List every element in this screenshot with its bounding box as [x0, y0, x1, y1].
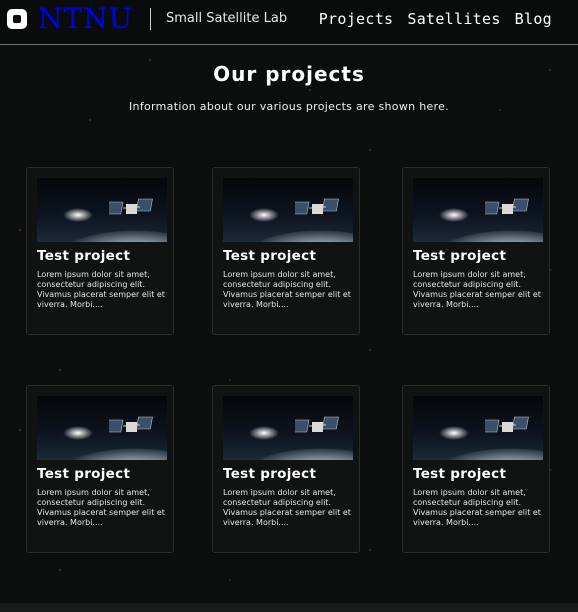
- project-description: Lorem ipsum dolor sit amet, consectetur …: [413, 270, 541, 309]
- project-title: Test project: [223, 248, 317, 264]
- page-subtitle: Information about our various projects a…: [129, 100, 449, 113]
- project-description: Lorem ipsum dolor sit amet, consectetur …: [37, 488, 165, 527]
- project-card[interactable]: Test project Lorem ipsum dolor sit amet,…: [26, 167, 174, 335]
- project-card[interactable]: Test project Lorem ipsum dolor sit amet,…: [212, 385, 360, 553]
- project-image: [37, 178, 167, 242]
- project-description: Lorem ipsum dolor sit amet, consectetur …: [223, 488, 351, 527]
- main-nav: Projects Satellites Blog: [319, 10, 552, 28]
- project-image: [413, 396, 543, 460]
- project-card[interactable]: Test project Lorem ipsum dolor sit amet,…: [26, 385, 174, 553]
- nav-satellites-link[interactable]: Satellites: [407, 10, 500, 28]
- project-image: [413, 178, 543, 242]
- logo-text: NTNU: [38, 2, 134, 35]
- project-card[interactable]: Test project Lorem ipsum dolor sit amet,…: [212, 167, 360, 335]
- nav-blog-link[interactable]: Blog: [515, 10, 552, 28]
- logo-divider: [150, 8, 151, 30]
- project-title: Test project: [37, 248, 131, 264]
- project-description: Lorem ipsum dolor sit amet, consectetur …: [223, 270, 351, 309]
- site-header: NTNU Small Satellite Lab Projects Satell…: [0, 0, 578, 45]
- project-image: [223, 178, 353, 242]
- project-image: [37, 396, 167, 460]
- footer-bar: [0, 603, 578, 612]
- project-description: Lorem ipsum dolor sit amet, consectetur …: [37, 270, 165, 309]
- project-title: Test project: [413, 466, 507, 482]
- project-title: Test project: [223, 466, 317, 482]
- project-image: [223, 396, 353, 460]
- project-card[interactable]: Test project Lorem ipsum dolor sit amet,…: [402, 385, 550, 553]
- project-card[interactable]: Test project Lorem ipsum dolor sit amet,…: [402, 167, 550, 335]
- project-title: Test project: [413, 248, 507, 264]
- nav-projects-link[interactable]: Projects: [319, 10, 394, 28]
- project-description: Lorem ipsum dolor sit amet, consectetur …: [413, 488, 541, 527]
- page-title: Our projects: [213, 62, 365, 86]
- ntnu-logo-icon: [7, 9, 27, 29]
- project-title: Test project: [37, 466, 131, 482]
- lab-name: Small Satellite Lab: [166, 11, 288, 26]
